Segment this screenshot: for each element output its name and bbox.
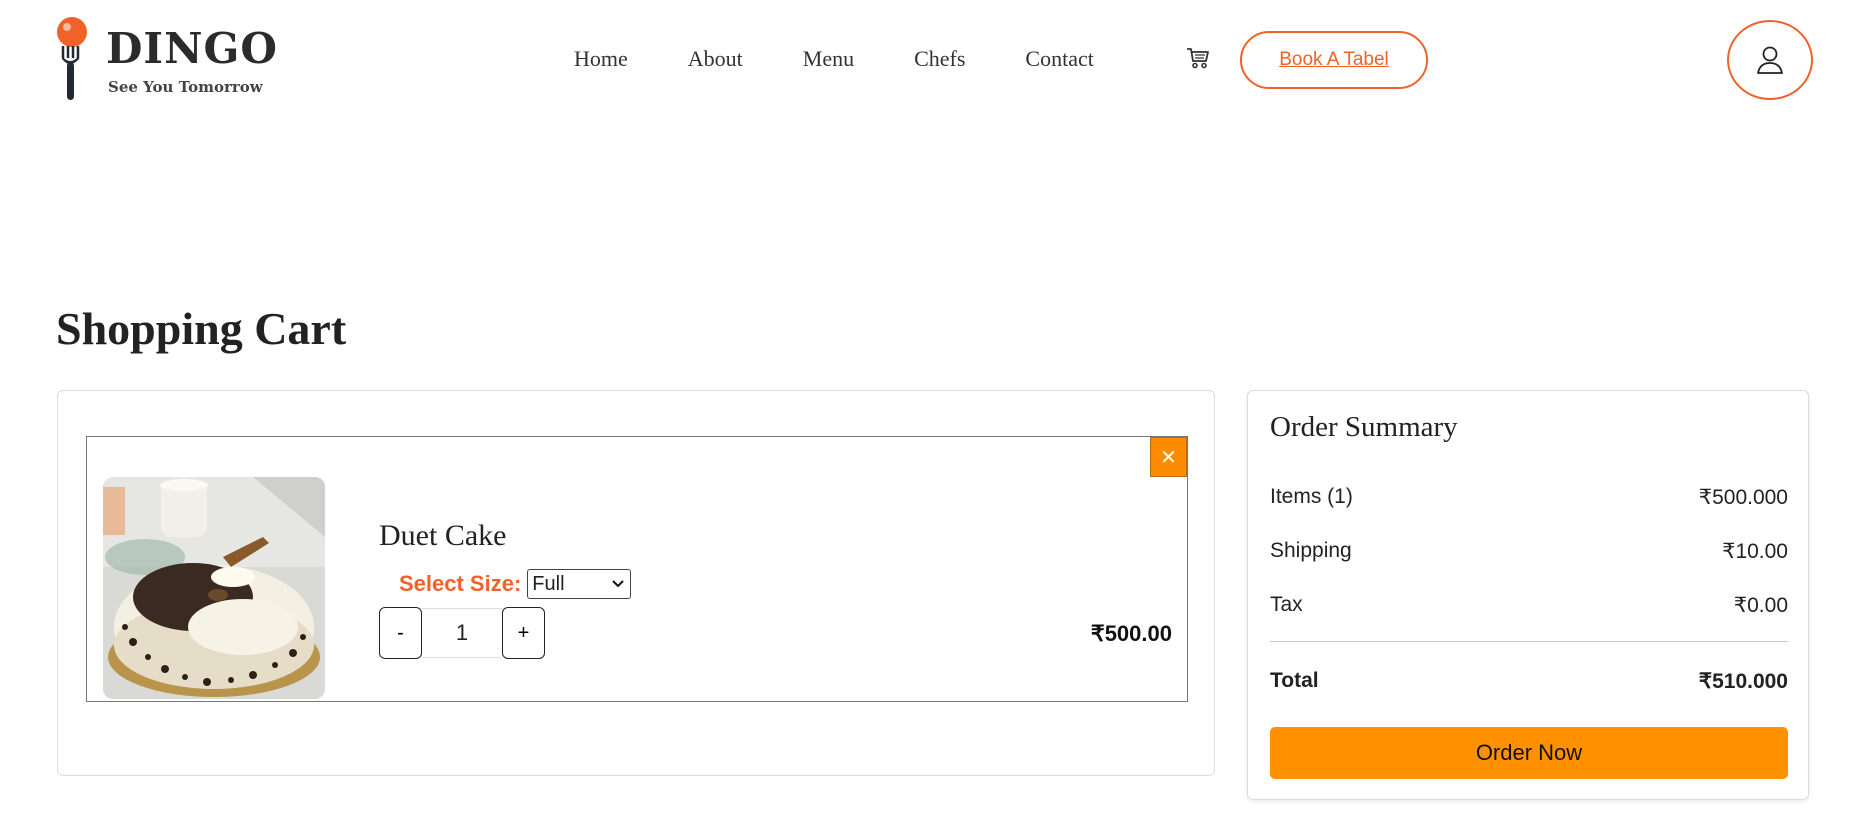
item-price: ₹500.00: [1090, 621, 1172, 646]
summary-items-row: Items (1) ₹500.000: [1270, 485, 1788, 510]
size-select-value: Full: [532, 572, 565, 595]
nav-contact[interactable]: Contact: [1025, 46, 1093, 72]
summary-title: Order Summary: [1270, 411, 1458, 443]
nav-menu[interactable]: Menu: [803, 46, 854, 72]
site-header: DINGO See You Tomorrow Home About Menu C…: [0, 0, 1868, 120]
size-selector-row: Select Size: Full: [399, 569, 632, 599]
summary-tax-label: Tax: [1270, 593, 1303, 616]
brand-name: DINGO: [106, 24, 278, 73]
brand-logo[interactable]: DINGO See You Tomorrow: [54, 16, 284, 106]
summary-shipping-value: ₹10.00: [1722, 540, 1788, 563]
chevron-down-icon: [612, 580, 624, 588]
shopping-cart-icon[interactable]: [1185, 46, 1211, 70]
summary-total-label: Total: [1270, 669, 1319, 692]
brand-tagline: See You Tomorrow: [108, 78, 263, 96]
order-summary-panel: Order Summary Items (1) ₹500.000 Shippin…: [1247, 390, 1809, 800]
summary-items-value: ₹500.000: [1698, 486, 1788, 509]
summary-shipping-label: Shipping: [1270, 539, 1352, 562]
fork-with-orange-ball-icon: [57, 17, 87, 100]
page-title: Shopping Cart: [56, 303, 347, 354]
nav-about[interactable]: About: [688, 46, 743, 72]
nav-home[interactable]: Home: [574, 46, 628, 72]
user-account-button[interactable]: [1727, 20, 1813, 100]
increment-button[interactable]: +: [502, 607, 545, 659]
duet-cake-photo: [103, 477, 325, 699]
item-name: Duet Cake: [379, 519, 507, 552]
order-now-button[interactable]: Order Now: [1270, 727, 1788, 779]
summary-tax-value: ₹0.00: [1733, 594, 1788, 617]
book-table-button[interactable]: Book A Tabel: [1240, 31, 1428, 89]
nav-chefs[interactable]: Chefs: [914, 46, 965, 72]
cart-panel: ✕ Duet Cake Select Size: Full - 1 + ₹500…: [57, 390, 1215, 776]
main-nav: Home About Menu Chefs Contact: [574, 46, 1094, 72]
summary-divider: [1270, 641, 1788, 642]
quantity-stepper: - 1 +: [379, 607, 545, 659]
summary-shipping-row: Shipping ₹10.00: [1270, 539, 1788, 564]
summary-total-value: ₹510.000: [1698, 670, 1788, 693]
user-icon: [1757, 46, 1783, 74]
summary-items-label: Items (1): [1270, 485, 1353, 508]
size-label: Select Size:: [399, 571, 522, 596]
size-select[interactable]: Full: [527, 569, 632, 599]
summary-total-row: Total ₹510.000: [1270, 669, 1788, 694]
summary-tax-row: Tax ₹0.00: [1270, 593, 1788, 618]
quantity-value[interactable]: 1: [422, 608, 502, 658]
cart-item: ✕ Duet Cake Select Size: Full - 1 + ₹500…: [86, 436, 1188, 702]
decrement-button[interactable]: -: [379, 607, 422, 659]
remove-item-button[interactable]: ✕: [1150, 437, 1187, 477]
